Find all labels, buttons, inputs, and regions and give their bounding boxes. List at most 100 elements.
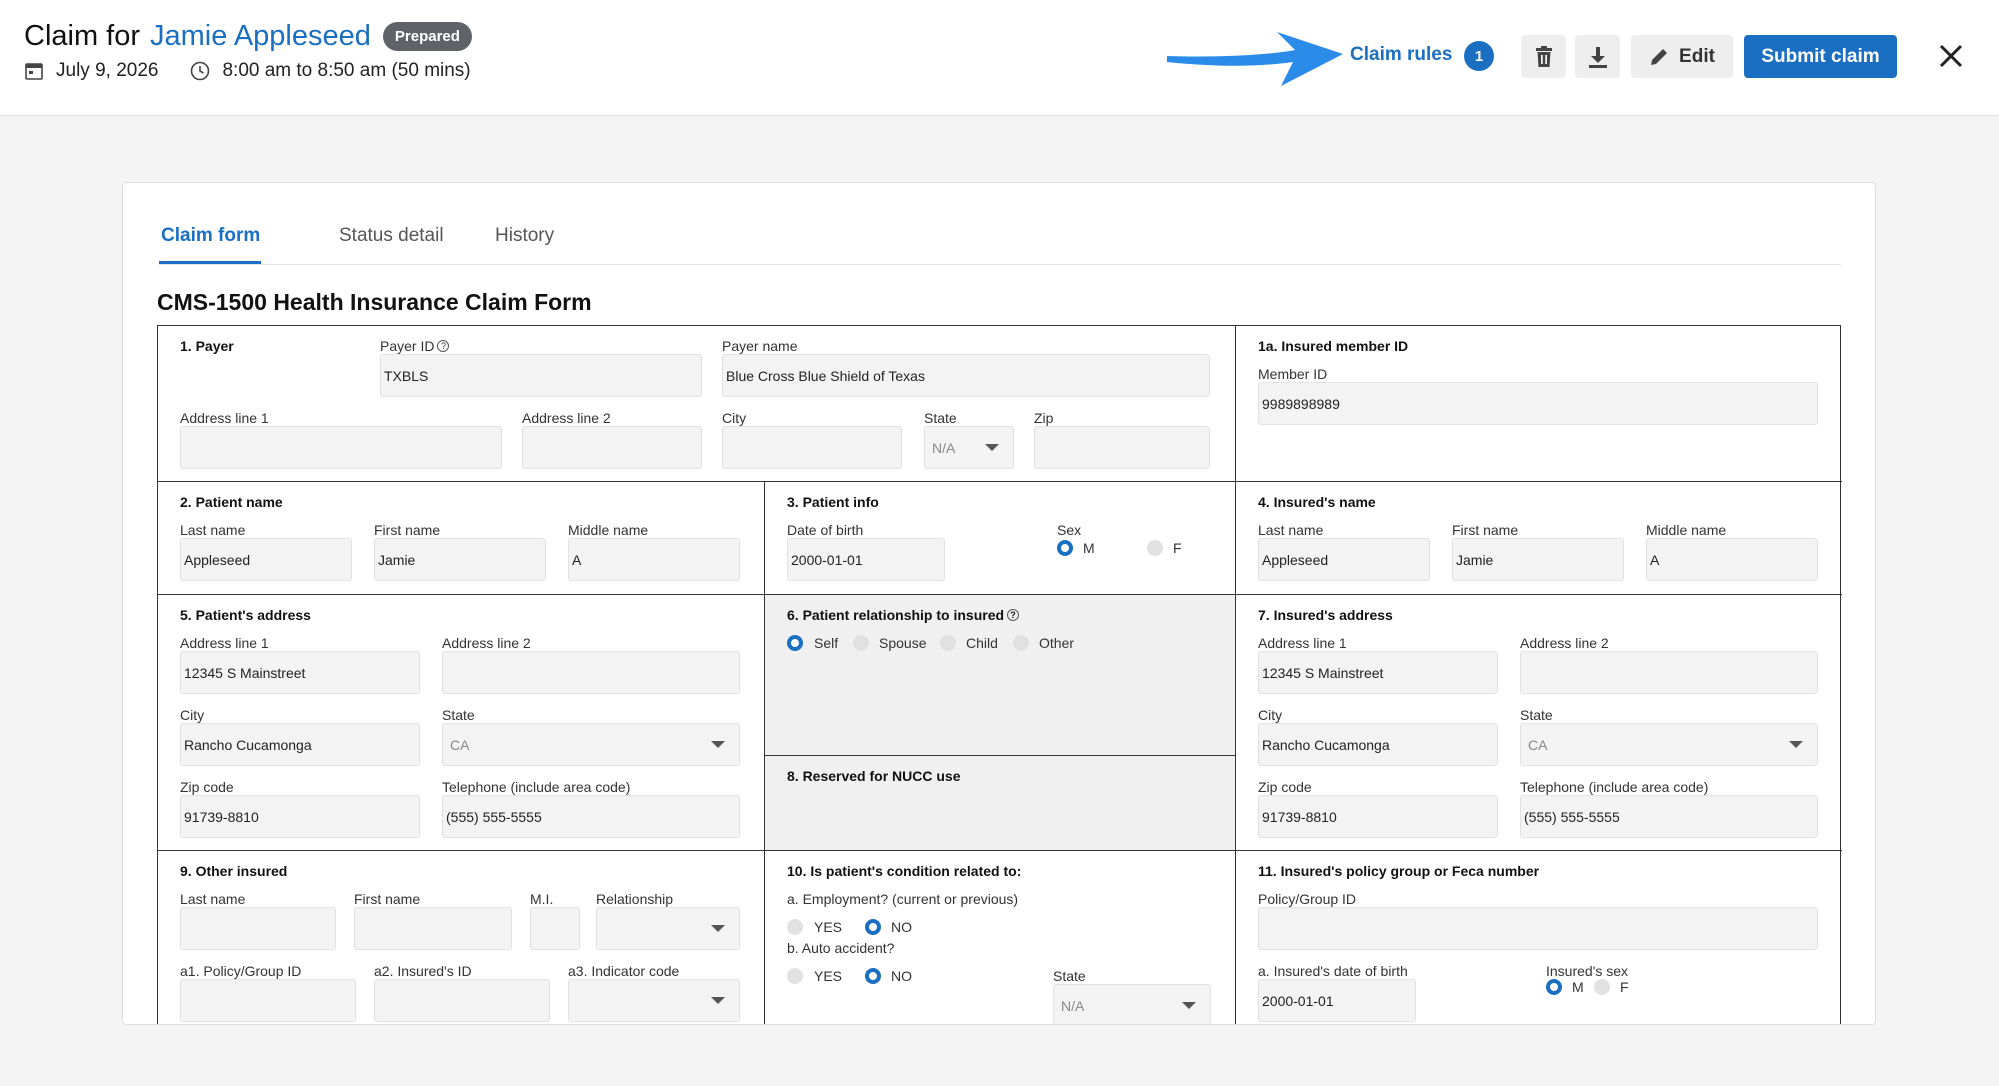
policy-group-field[interactable] (1258, 907, 1818, 950)
city-field[interactable] (722, 426, 902, 469)
insured-id-label: a2. Insured's ID (374, 963, 472, 979)
relationship-label: Relationship (596, 891, 674, 907)
patient-name-link[interactable]: Jamie Appleseed (150, 20, 371, 53)
section-patient-name: 2. Patient name Last name Appleseed Firs… (158, 482, 765, 595)
dob-field[interactable]: 2000-01-01 (787, 538, 945, 581)
tab-status-detail[interactable]: Status detail (339, 225, 444, 247)
section-title: 9. Other insured (180, 863, 288, 879)
section-patient-address: 5. Patient's address Address line 1 1234… (158, 595, 765, 851)
last-name-field[interactable]: Appleseed (180, 538, 352, 581)
state-label: State (442, 707, 475, 723)
section-other-insured: 9. Other insured Last name First name M.… (158, 851, 765, 1024)
close-icon[interactable] (1935, 40, 1967, 72)
download-button[interactable] (1575, 35, 1620, 78)
middle-name-label: Middle name (568, 522, 649, 538)
zip-field[interactable] (1034, 426, 1210, 469)
state-select[interactable]: N/A (924, 426, 1014, 469)
relationship-self-label: Self (814, 635, 839, 651)
dob-label: Date of birth (787, 522, 864, 538)
form-title: CMS-1500 Health Insurance Claim Form (157, 289, 592, 315)
city-field[interactable]: Rancho Cucamonga (1258, 723, 1498, 766)
relationship-child-radio[interactable] (940, 635, 956, 651)
chevron-down-icon (711, 997, 725, 1004)
first-name-field[interactable]: Jamie (1452, 538, 1624, 581)
member-id-field[interactable]: 9989898989 (1258, 382, 1818, 425)
first-name-label: First name (1452, 522, 1519, 538)
chevron-down-icon (711, 925, 725, 932)
address2-label: Address line 2 (1520, 635, 1609, 651)
indicator-code-select[interactable] (568, 979, 740, 1022)
phone-field[interactable]: (555) 555-5555 (1520, 795, 1818, 838)
auto-no-label: NO (891, 968, 912, 984)
tab-bar: Claim form Status detail History (159, 183, 1841, 265)
section-title: 1a. Insured member ID (1258, 338, 1409, 354)
state-label: State (924, 410, 957, 426)
state-label: State (1053, 968, 1086, 984)
address2-field[interactable] (1520, 651, 1818, 694)
section-title: 2. Patient name (180, 494, 283, 510)
auto-yes-radio[interactable] (787, 968, 803, 984)
city-label: City (722, 410, 747, 426)
phone-label: Telephone (include area code) (442, 779, 631, 795)
last-name-field[interactable]: Appleseed (1258, 538, 1430, 581)
city-field[interactable]: Rancho Cucamonga (180, 723, 420, 766)
sex-f-radio[interactable] (1147, 540, 1163, 556)
claim-rules-link[interactable]: Claim rules (1350, 44, 1452, 66)
first-name-field[interactable]: Jamie (374, 538, 546, 581)
middle-name-field[interactable]: A (1646, 538, 1818, 581)
info-icon[interactable]: ? (437, 340, 450, 352)
zip-field[interactable]: 91739-8810 (180, 795, 420, 838)
relationship-other-radio[interactable] (1013, 635, 1029, 651)
address2-field[interactable] (522, 426, 702, 469)
insured-sex-m-radio[interactable] (1546, 979, 1562, 995)
relationship-self-radio[interactable] (787, 635, 803, 651)
policy-group-field[interactable] (180, 979, 356, 1022)
active-tab-indicator (159, 261, 261, 264)
insured-sex-label: Insured's sex (1546, 963, 1629, 979)
page-title: Claim for Jamie Appleseed Prepared (24, 20, 472, 53)
section-insured-address: 7. Insured's address Address line 1 1234… (1236, 595, 1842, 851)
employment-yes-radio[interactable] (787, 919, 803, 935)
submit-claim-button[interactable]: Submit claim (1744, 35, 1897, 78)
appointment-time: 8:00 am to 8:50 am (50 mins) (222, 60, 471, 81)
state-select[interactable]: CA (1520, 723, 1818, 766)
employment-no-radio[interactable] (865, 919, 881, 935)
address1-field[interactable] (180, 426, 502, 469)
calendar-icon (24, 61, 44, 81)
zip-field[interactable]: 91739-8810 (1258, 795, 1498, 838)
clock-icon (190, 61, 210, 81)
sex-m-radio[interactable] (1057, 540, 1073, 556)
address1-field[interactable]: 12345 S Mainstreet (1258, 651, 1498, 694)
payer-name-field[interactable]: Blue Cross Blue Shield of Texas (722, 354, 1210, 397)
state-select[interactable]: N/A (1053, 984, 1211, 1024)
relationship-select[interactable] (596, 907, 740, 950)
tab-history[interactable]: History (495, 225, 554, 247)
insured-id-field[interactable] (374, 979, 550, 1022)
last-name-label: Last name (180, 522, 246, 538)
insured-sex-f-label: F (1620, 979, 1629, 995)
insured-sex-m-label: M (1572, 979, 1584, 995)
delete-button[interactable] (1521, 35, 1566, 78)
section-title: 8. Reserved for NUCC use (787, 768, 961, 784)
insured-sex-f-radio[interactable] (1594, 979, 1610, 995)
address2-label: Address line 2 (522, 410, 611, 426)
section-patient-relationship: 6. Patient relationship to insured? Self… (765, 595, 1236, 756)
member-id-label: Member ID (1258, 366, 1328, 382)
address1-field[interactable]: 12345 S Mainstreet (180, 651, 420, 694)
edit-button-label: Edit (1679, 45, 1715, 67)
state-select[interactable]: CA (442, 723, 740, 766)
last-name-field[interactable] (180, 907, 336, 950)
first-name-field[interactable] (354, 907, 512, 950)
tab-claim-form[interactable]: Claim form (161, 225, 260, 247)
relationship-spouse-radio[interactable] (853, 635, 869, 651)
middle-name-field[interactable]: A (568, 538, 740, 581)
phone-field[interactable]: (555) 555-5555 (442, 795, 740, 838)
auto-no-radio[interactable] (865, 968, 881, 984)
insured-dob-field[interactable]: 2000-01-01 (1258, 979, 1416, 1022)
address2-field[interactable] (442, 651, 740, 694)
edit-button[interactable]: Edit (1631, 35, 1733, 78)
indicator-code-label: a3. Indicator code (568, 963, 680, 979)
info-icon[interactable]: ? (1007, 609, 1020, 621)
payer-id-field[interactable]: TXBLS (380, 354, 702, 397)
mi-field[interactable] (530, 907, 580, 950)
